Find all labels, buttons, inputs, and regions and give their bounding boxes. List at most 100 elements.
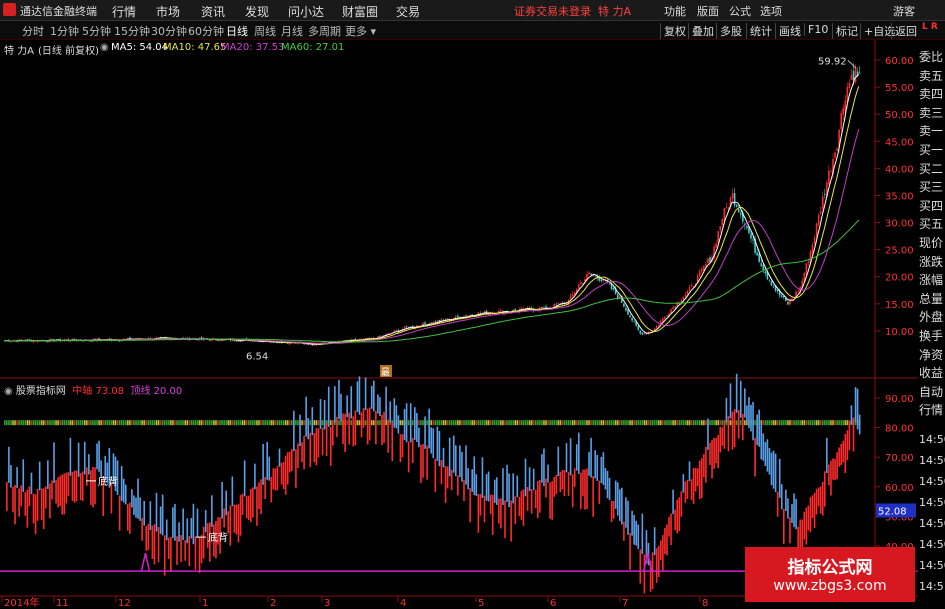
tab-more[interactable]: 更多 ▾ [345,23,376,39]
sidebar-item[interactable]: 卖一 [919,122,943,139]
signal-dot [118,420,121,426]
max-price-label: 59.92 [818,56,847,67]
tool-duogu[interactable]: 多股 [716,23,742,39]
l-r-indicator[interactable]: L R [922,22,938,32]
tab-60min[interactable]: 60分钟 [188,23,224,39]
signal-dot [653,420,656,426]
signal-dot [641,420,644,426]
sidebar-item[interactable]: 涨幅 [919,271,943,288]
menu-shichang[interactable]: 市场 [156,3,180,20]
indicator-bar [354,410,357,446]
indicator-bar [332,420,334,446]
indicator-bar [694,467,697,492]
signal-dot [206,420,209,426]
sidebar-item[interactable]: 换手 [919,327,943,344]
sidebar-item[interactable]: 卖三 [919,104,943,121]
signal-dot [104,420,107,426]
sidebar-item[interactable]: 净资 [919,346,943,363]
trade-login-notice[interactable]: 证券交易未登录 特 力A [514,3,631,19]
indicator-bar [709,442,711,465]
sidebar-item[interactable]: 买五 [919,215,943,232]
signal-dot [12,420,14,426]
guest-button[interactable]: 游客 [893,3,915,19]
menu-zixun[interactable]: 资讯 [201,3,225,20]
sidebar-item[interactable]: 涨跌 [919,253,943,270]
sidebar-item[interactable]: 行情 [919,401,943,418]
menu-faxian[interactable]: 发现 [245,3,269,20]
sidebar-item[interactable]: 现价 [919,234,943,251]
menu-hangqing[interactable]: 行情 [112,3,136,20]
indicator-bar [696,468,699,487]
sidebar-item[interactable]: 收益 [919,364,943,381]
tool-huaxian[interactable]: 画线 [775,23,801,39]
tool-tongji[interactable]: 统计 [746,23,772,39]
indicator-bar [508,473,510,508]
sidebar-item[interactable]: 买一 [919,141,943,158]
tab-monthly[interactable]: 月线 [281,23,303,39]
tab-30min[interactable]: 30分钟 [151,23,187,39]
tab-15min[interactable]: 15分钟 [114,23,150,39]
tool-diejia[interactable]: 叠加 [688,23,714,39]
indicator-bar [71,471,74,501]
indicator-bar [528,467,531,492]
indicator-bar [821,482,824,516]
tab-1min[interactable]: 1分钟 [50,23,79,39]
menu-wenxiaoda[interactable]: 问小达 [288,3,324,20]
indicator-bar [262,443,264,485]
tool-f10[interactable]: F10 [804,23,828,36]
tool-biaoji[interactable]: 标记 [832,23,858,39]
indicator-bar [338,379,340,420]
signal-dot [436,420,439,426]
signal-dot [518,420,521,426]
indicator-bar [547,464,549,483]
menu-gongshi[interactable]: 公式 [729,3,751,19]
signal-dot [545,420,547,426]
tab-5min[interactable]: 5分钟 [82,23,111,39]
signal-dot [469,420,471,426]
indicator-bar [360,412,363,438]
indicator-bar [637,524,640,549]
tab-multi-period[interactable]: 多周期 [308,23,341,39]
sidebar-item[interactable]: 外盘 [919,308,943,325]
indicator-bar [305,396,307,437]
menu-gongneng[interactable]: 功能 [664,3,686,19]
sidebar-item[interactable]: 卖五 [919,67,943,84]
signal-dot [739,420,742,426]
tool-fanhui[interactable]: 返回 [891,23,917,39]
sidebar-item[interactable]: 委比 [919,48,943,65]
sidebar-item[interactable]: 卖四 [919,85,943,102]
signal-dot [698,420,701,426]
tool-fuquan[interactable]: 复权 [660,23,686,39]
signal-dot [701,420,703,426]
menu-jiaoyi[interactable]: 交易 [396,3,420,20]
tab-fenshi[interactable]: 分时 [22,23,44,39]
candle-body [559,302,562,304]
candle-body [631,318,633,321]
sidebar-item[interactable]: 买三 [919,178,943,195]
sidebar-item[interactable]: 总量 [919,290,943,307]
menu-xuanxiang[interactable]: 选项 [760,3,782,19]
menu-banmian[interactable]: 版面 [697,3,719,19]
signal-dot [53,420,55,426]
indicator-bar [83,441,86,475]
tab-daily[interactable]: 日线 [226,23,248,39]
signal-dot [83,420,86,426]
indicator-bar [67,472,70,497]
candle-body [600,279,603,281]
candle-body [580,282,582,285]
signal-dot [276,420,279,426]
signal-dot [229,420,232,426]
indicator-bar [190,517,193,539]
signal-dot [157,420,160,426]
sidebar-item[interactable]: 买二 [919,160,943,177]
menu-caifuquan[interactable]: 财富圈 [342,3,378,20]
indicator-bar [774,453,777,493]
signal-dot [129,420,131,426]
indicator-bar [754,437,756,477]
sidebar-item[interactable]: 自动 [919,383,943,400]
tab-weekly[interactable]: 周线 [254,23,276,39]
sidebar-item[interactable]: 买四 [919,197,943,214]
indicator-bar [96,443,98,470]
tool-add-favorite[interactable]: +自选 [860,23,895,39]
stock-chart[interactable]: 60.00 55.00 50.00 45.00 40.00 35.00 30.00 25.00… [0,40,918,609]
